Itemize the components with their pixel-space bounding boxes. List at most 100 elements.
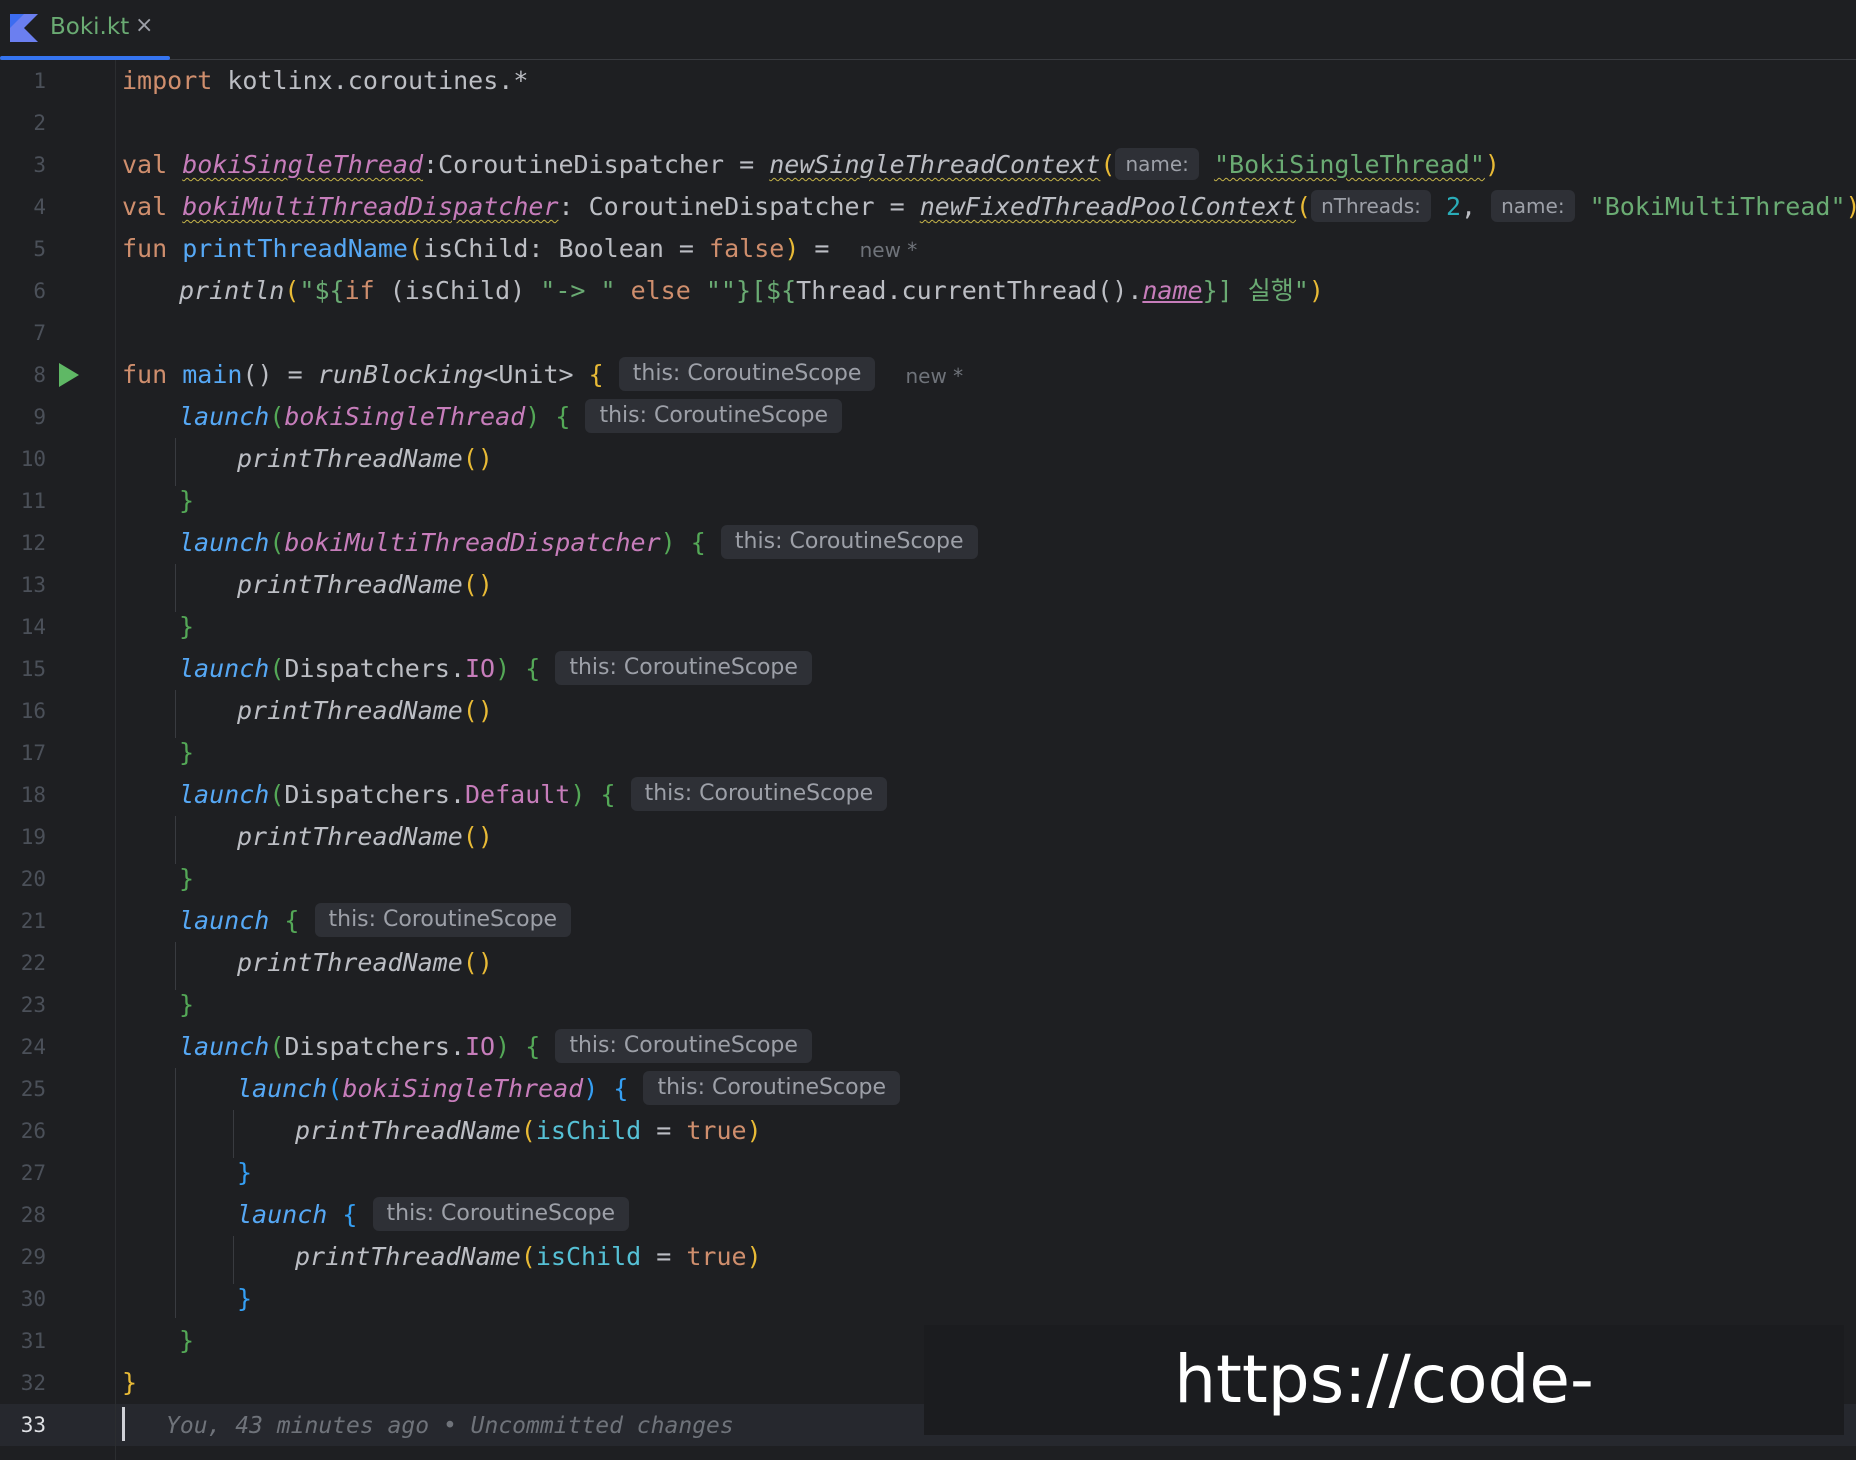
- line-number: 15: [20, 657, 46, 681]
- code-line-24: launch(Dispatchers.IO) { this: Coroutine…: [179, 1026, 812, 1068]
- close-icon[interactable]: ×: [135, 13, 153, 38]
- type-annotation: :CoroutineDispatcher =: [423, 150, 770, 179]
- code-line-5: fun printThreadName(isChild: Boolean = f…: [122, 234, 918, 263]
- number-literal: 2: [1445, 192, 1461, 221]
- property-name: bokiSingleThread: [182, 150, 424, 179]
- code-line-15: launch(Dispatchers.IO) { this: Coroutine…: [179, 648, 812, 690]
- scope-hint: this: CoroutineScope: [372, 1197, 630, 1231]
- scope-hint: this: CoroutineScope: [618, 357, 876, 391]
- param-hint: name:: [1115, 148, 1199, 180]
- param-hint: nThreads:: [1311, 190, 1431, 222]
- property-name: bokiMultiThreadDispatcher: [182, 192, 559, 221]
- code-line-31: }: [179, 1326, 195, 1355]
- keyword: fun: [122, 360, 168, 389]
- current-line-number: 33: [20, 1413, 46, 1437]
- code-line-25: launch(bokiSingleThread) { this: Corouti…: [237, 1068, 901, 1110]
- code-line-20: }: [179, 864, 195, 893]
- line-number: 1: [33, 69, 46, 93]
- keyword: fun: [122, 234, 168, 263]
- code-line-6: println("${if (isChild) "-> " else ""}[$…: [179, 276, 1324, 305]
- param-hint: name:: [1491, 190, 1575, 222]
- watermark-url: https://code-boki.tistory.com: [924, 1325, 1844, 1460]
- code-line-23: }: [179, 990, 195, 1019]
- run-icon[interactable]: [58, 362, 80, 388]
- line-number-gutter[interactable]: 1 2 3 4 5 6 7 8 9 10 11 12 13 14 15 16 1…: [0, 60, 116, 1460]
- line-number: 17: [20, 741, 46, 765]
- line-number: 9: [33, 405, 46, 429]
- line-number: 28: [20, 1203, 46, 1227]
- code-editor[interactable]: import kotlinx.coroutines.* val bokiSing…: [122, 60, 1856, 1460]
- line-number: 12: [20, 531, 46, 555]
- code-line-4: val bokiMultiThreadDispatcher: Coroutine…: [122, 190, 1856, 222]
- line-number: 26: [20, 1119, 46, 1143]
- import-path: kotlinx.coroutines.*: [212, 66, 529, 95]
- code-line-11: }: [179, 486, 195, 515]
- code-line-16: printThreadName(): [237, 696, 493, 725]
- scope-hint: this: CoroutineScope: [555, 1029, 812, 1063]
- string-literal: "BokiMultiThread": [1589, 192, 1846, 221]
- line-number: 6: [33, 279, 46, 303]
- code-line-1: import kotlinx.coroutines.*: [122, 60, 528, 102]
- tab-label: Boki.kt: [50, 14, 130, 40]
- code-line-21: launch { this: CoroutineScope: [179, 900, 572, 942]
- line-number: 27: [20, 1161, 46, 1185]
- line-number: 11: [20, 489, 46, 513]
- scope-hint: this: CoroutineScope: [720, 525, 978, 559]
- code-line-3: val bokiSingleThread:CoroutineDispatcher…: [122, 148, 1500, 180]
- function-name: printThreadName: [182, 234, 408, 263]
- code-line-8: fun main() = runBlocking<Unit> { this: C…: [122, 354, 963, 396]
- line-number: 21: [20, 909, 46, 933]
- code-line-19: printThreadName(): [237, 822, 493, 851]
- type-annotation: : CoroutineDispatcher =: [558, 192, 920, 221]
- line-number: 19: [20, 825, 46, 849]
- line-number: 25: [20, 1077, 46, 1101]
- code-line-22: printThreadName(): [237, 948, 493, 977]
- code-line-28: launch { this: CoroutineScope: [237, 1194, 630, 1236]
- code-line-18: launch(Dispatchers.Default) { this: Coro…: [179, 774, 888, 816]
- code-line-29: printThreadName(isChild = true): [295, 1242, 762, 1271]
- line-number: 10: [20, 447, 46, 471]
- line-number: 20: [20, 867, 46, 891]
- line-number: 4: [33, 195, 46, 219]
- keyword: val: [122, 192, 168, 221]
- line-number: 8: [33, 363, 46, 387]
- line-number: 2: [33, 111, 46, 135]
- line-number: 31: [20, 1329, 46, 1353]
- function-name: main: [182, 360, 243, 389]
- line-number: 23: [20, 993, 46, 1017]
- tab-boki-kt[interactable]: Boki.kt ×: [0, 0, 170, 60]
- scope-hint: this: CoroutineScope: [630, 777, 888, 811]
- code-line-14: }: [179, 612, 195, 641]
- line-number: 5: [33, 237, 46, 261]
- line-number: 16: [20, 699, 46, 723]
- scope-hint: this: CoroutineScope: [643, 1071, 901, 1105]
- line-number: 29: [20, 1245, 46, 1269]
- line-number: 14: [20, 615, 46, 639]
- keyword: false: [709, 234, 785, 263]
- code-line-9: launch(bokiSingleThread) { this: Corouti…: [179, 396, 843, 438]
- scope-hint: this: CoroutineScope: [314, 903, 572, 937]
- function-call: newSingleThreadContext: [769, 150, 1101, 179]
- code-line-13: printThreadName(): [237, 570, 493, 599]
- code-line-10: printThreadName(): [237, 444, 493, 473]
- scope-hint: this: CoroutineScope: [585, 399, 843, 433]
- scope-hint: this: CoroutineScope: [555, 651, 812, 685]
- new-marker: new *: [859, 238, 918, 262]
- parameter: isChild: Boolean =: [423, 234, 710, 263]
- line-number: 18: [20, 783, 46, 807]
- code-line-30: }: [237, 1284, 253, 1313]
- code-line-12: launch(bokiMultiThreadDispatcher) { this…: [179, 522, 978, 564]
- code-line-26: printThreadName(isChild = true): [295, 1116, 762, 1145]
- function-call: println: [179, 276, 285, 305]
- line-number: 7: [33, 321, 46, 345]
- text-caret: [122, 1407, 125, 1441]
- code-line-27: }: [237, 1158, 253, 1187]
- line-number: 3: [33, 153, 46, 177]
- line-number: 32: [20, 1371, 46, 1395]
- kotlin-file-icon: [10, 14, 38, 42]
- line-number: 24: [20, 1035, 46, 1059]
- keyword: import: [122, 66, 213, 95]
- git-blame-annotation: You, 43 minutes ago • Uncommitted change…: [166, 1413, 734, 1439]
- code-line-17: }: [179, 738, 195, 767]
- line-number: 30: [20, 1287, 46, 1311]
